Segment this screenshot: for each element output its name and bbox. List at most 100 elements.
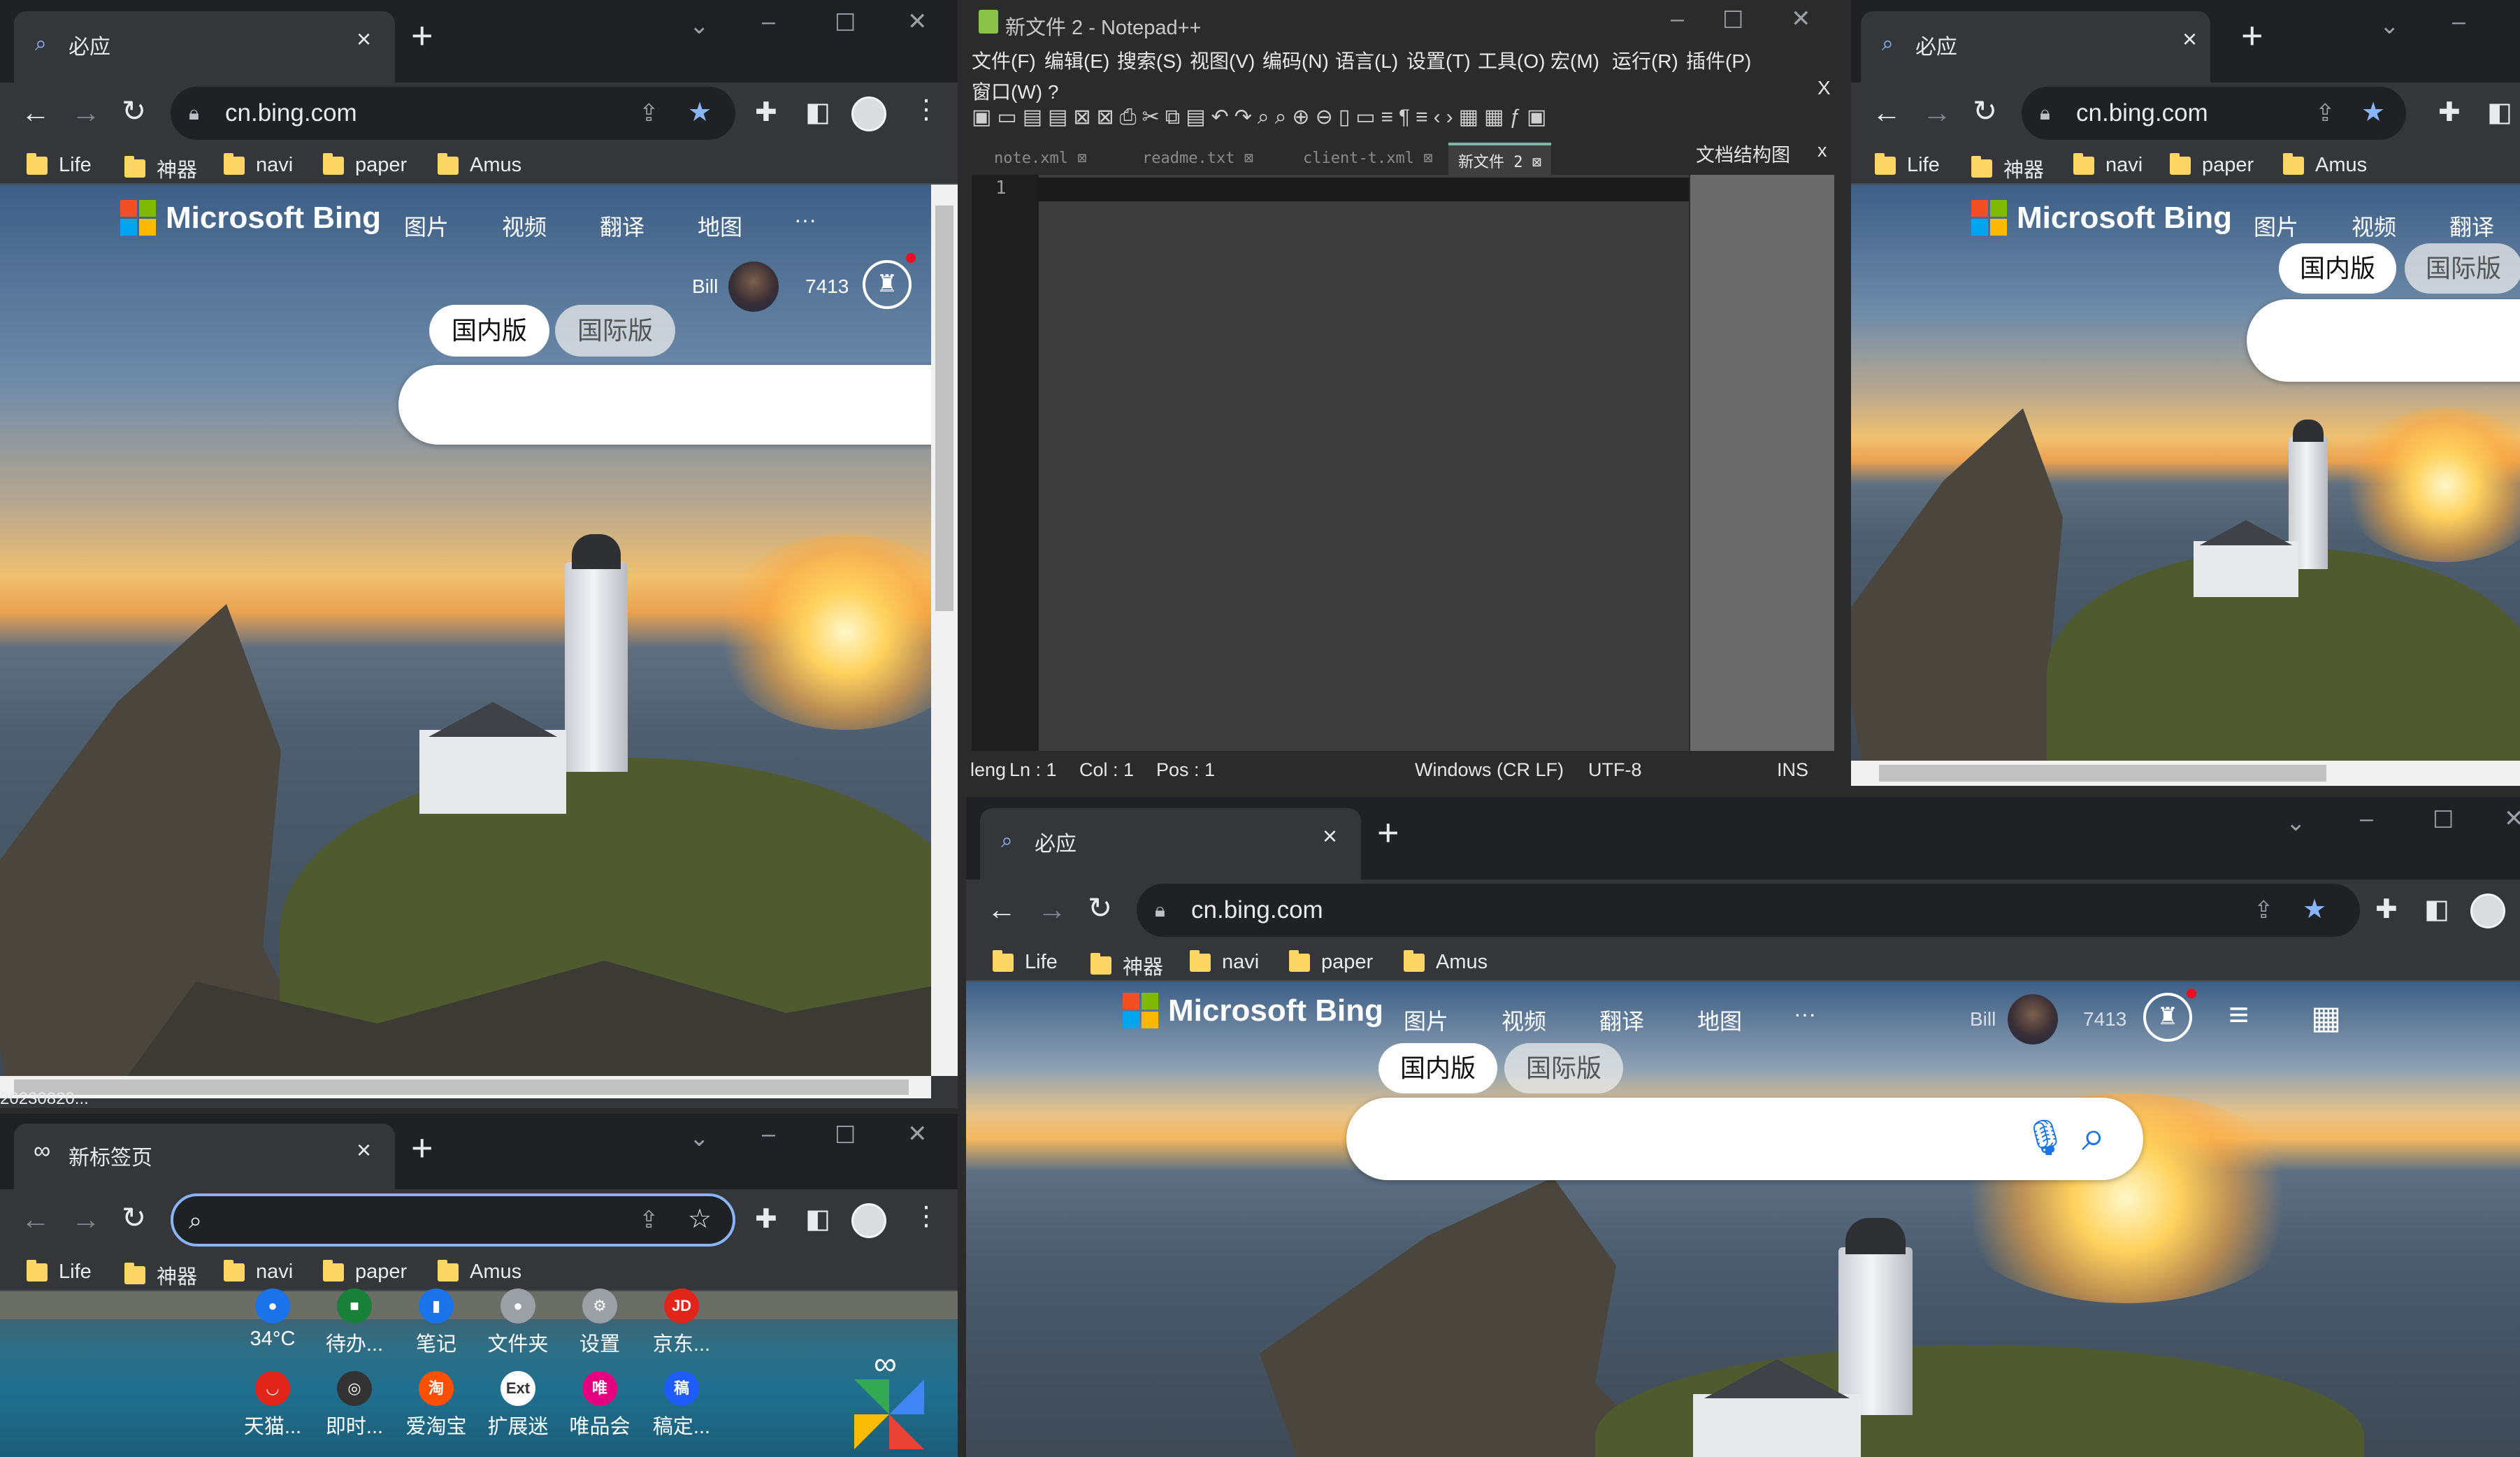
share-icon[interactable]: ⇪ [639,1206,659,1234]
editor-area[interactable] [1039,175,1689,751]
nav-videos[interactable]: 视频 [502,210,547,242]
bookmark-star-icon[interactable]: ★ [2361,96,2385,128]
tab-search-icon[interactable]: ⌄ [689,14,710,38]
menu-macro[interactable]: 宏(M) [1550,46,1599,74]
nav-images[interactable]: 图片 [1404,1004,1448,1036]
bookmark-life[interactable]: Life [27,152,92,177]
scroll-thumb[interactable] [14,1079,909,1095]
maximize-icon[interactable]: ☐ [835,11,856,35]
tab-bing[interactable]: ⌕ 必应 × [980,808,1361,880]
rewards-icon[interactable]: ♜ [863,260,912,309]
bing-search-box[interactable] [398,365,958,445]
menu-icon[interactable]: ⋮ [913,96,939,123]
shortcut-tile[interactable]: 唯唯品会 [561,1371,638,1440]
nav-images[interactable]: 图片 [404,210,449,242]
menu-tools[interactable]: 工具(O) [1478,46,1545,74]
shortcut-tile[interactable]: 淘爱淘宝 [398,1371,475,1440]
maximize-icon[interactable]: ☐ [2433,808,2454,832]
user-name[interactable]: Bill [692,275,718,298]
bookmark-star-icon[interactable]: ★ [688,96,712,128]
tab-bing[interactable]: ⌕ 必应 × [14,11,395,82]
shortcut-tile[interactable]: 稿稿定... [643,1371,720,1440]
reload-icon[interactable]: ↻ [122,96,146,126]
infinity-logo-icon[interactable]: ∞ [874,1344,897,1382]
back-icon[interactable]: ← [21,1205,50,1234]
bing-logo[interactable]: Microsoft Bing [1123,993,1383,1028]
rewards-points[interactable]: 7413 [2083,1008,2126,1031]
profile-avatar[interactable] [851,96,886,131]
forward-icon[interactable]: → [71,1205,101,1234]
horizontal-scrollbar[interactable] [0,1076,931,1098]
region-international-button[interactable]: 国际版 [555,305,675,357]
tab-bing[interactable]: ⌕ 必应 × [1861,11,2210,82]
shortcut-tile[interactable]: ● 34°C [234,1289,311,1351]
menu-run[interactable]: 运行(R) [1612,46,1678,74]
maximize-icon[interactable]: ☐ [835,1124,856,1147]
nav-images[interactable]: 图片 [2254,210,2298,242]
minimize-icon[interactable]: – [762,1122,775,1146]
minimize-icon[interactable]: – [1671,7,1684,31]
shortcut-tile[interactable]: JD 京东... [643,1289,720,1357]
nav-videos[interactable]: 视频 [2352,210,2396,242]
scroll-thumb[interactable] [1879,765,2326,782]
bookmark-star-icon[interactable]: ★ [2303,893,2326,925]
bing-logo[interactable]: Microsoft Bing [1971,200,2232,236]
share-icon[interactable]: ⇪ [639,99,659,127]
nav-maps[interactable]: 地图 [698,210,742,242]
back-icon[interactable]: ← [987,895,1016,924]
bookmark-navi[interactable]: navi [224,152,293,177]
bing-search-box[interactable]: 🎙︎ ⌕ [1346,1098,2143,1180]
profile-avatar[interactable] [2470,893,2505,928]
document-map-close[interactable]: x [1817,140,1827,162]
menu-window[interactable]: 窗口(W) ? [972,77,1058,105]
shortcut-tile[interactable]: ● 文件夹 [480,1289,556,1357]
close-icon[interactable]: × [2182,27,2197,52]
forward-icon[interactable]: → [71,98,101,127]
bookmark-paper[interactable]: paper [323,152,407,177]
close-icon[interactable]: × [357,1137,371,1163]
close-window-icon[interactable]: ✕ [2504,807,2520,831]
profile-avatar[interactable] [851,1203,886,1238]
menu-view[interactable]: 视图(V) [1190,46,1255,74]
tab-search-icon[interactable]: ⌄ [2379,14,2400,38]
extensions-icon[interactable]: ✚ [2438,99,2461,126]
tab-readme-txt[interactable]: readme.txt ⊠ [1142,150,1253,167]
bing-search-box[interactable] [2247,299,2520,382]
reload-icon[interactable]: ↻ [1973,96,1997,126]
new-tab-button[interactable]: + [411,1129,433,1167]
menu-plugins[interactable]: 插件(P) [1686,46,1751,74]
tab-client-xml[interactable]: client-t.xml ⊠ [1303,150,1432,167]
close-window-icon[interactable]: ✕ [1791,7,1811,31]
close-icon[interactable]: × [357,27,371,52]
rewards-icon[interactable]: ♜ [2143,993,2192,1042]
hamburger-menu-icon[interactable]: ≡ [2229,994,2249,1035]
forward-icon[interactable]: → [1922,98,1952,127]
tab-new-file-2[interactable]: 新文件 2 ⊠ [1448,143,1551,176]
region-domestic-button[interactable]: 国内版 [429,305,549,357]
shortcut-tile[interactable]: Ext 扩展迷 [480,1371,556,1440]
side-panel-icon[interactable]: ◧ [805,99,830,126]
address-bar[interactable]: 🔒︎ cn.bing.com ⇪ ★ [1137,884,2360,937]
bookmark-amus[interactable]: Amus [438,152,521,177]
scroll-thumb[interactable] [935,206,953,611]
side-panel-icon[interactable]: ◧ [2424,896,2449,923]
nav-translate[interactable]: 翻译 [1599,1004,1644,1036]
qr-code-icon[interactable]: ▦ [2311,998,2341,1036]
shortcut-tile[interactable]: ▮ 笔记 [398,1289,475,1357]
horizontal-scrollbar[interactable] [1851,761,2520,786]
bookmark-star-icon[interactable]: ☆ [688,1203,712,1235]
address-bar[interactable]: 🔒︎ cn.bing.com ⇪ ★ [2022,87,2406,140]
toolbar-icons[interactable]: ▣▭▤▤⊠⊠⎙✂⧉▤↶↷⌕⌕⊕⊖▯▭≡¶≡‹›▦▦ƒ▣ [972,106,1552,129]
bookmark-paper[interactable]: paper [1289,949,1373,974]
share-icon[interactable]: ⇪ [2315,99,2335,127]
back-icon[interactable]: ← [1872,98,1901,127]
bookmark-paper[interactable]: paper [2170,152,2254,177]
side-panel-icon[interactable]: ◧ [2487,99,2512,126]
bookmark-paper[interactable]: paper [323,1259,407,1284]
shortcut-tile[interactable]: ◎ 即时... [316,1371,393,1440]
pinwheel-icon[interactable] [854,1379,924,1449]
address-bar[interactable]: ⌕ ⇪ ☆ [171,1193,735,1247]
minimize-icon[interactable]: – [2452,10,2465,34]
back-icon[interactable]: ← [21,98,50,127]
bookmark-life[interactable]: Life [27,1259,92,1284]
